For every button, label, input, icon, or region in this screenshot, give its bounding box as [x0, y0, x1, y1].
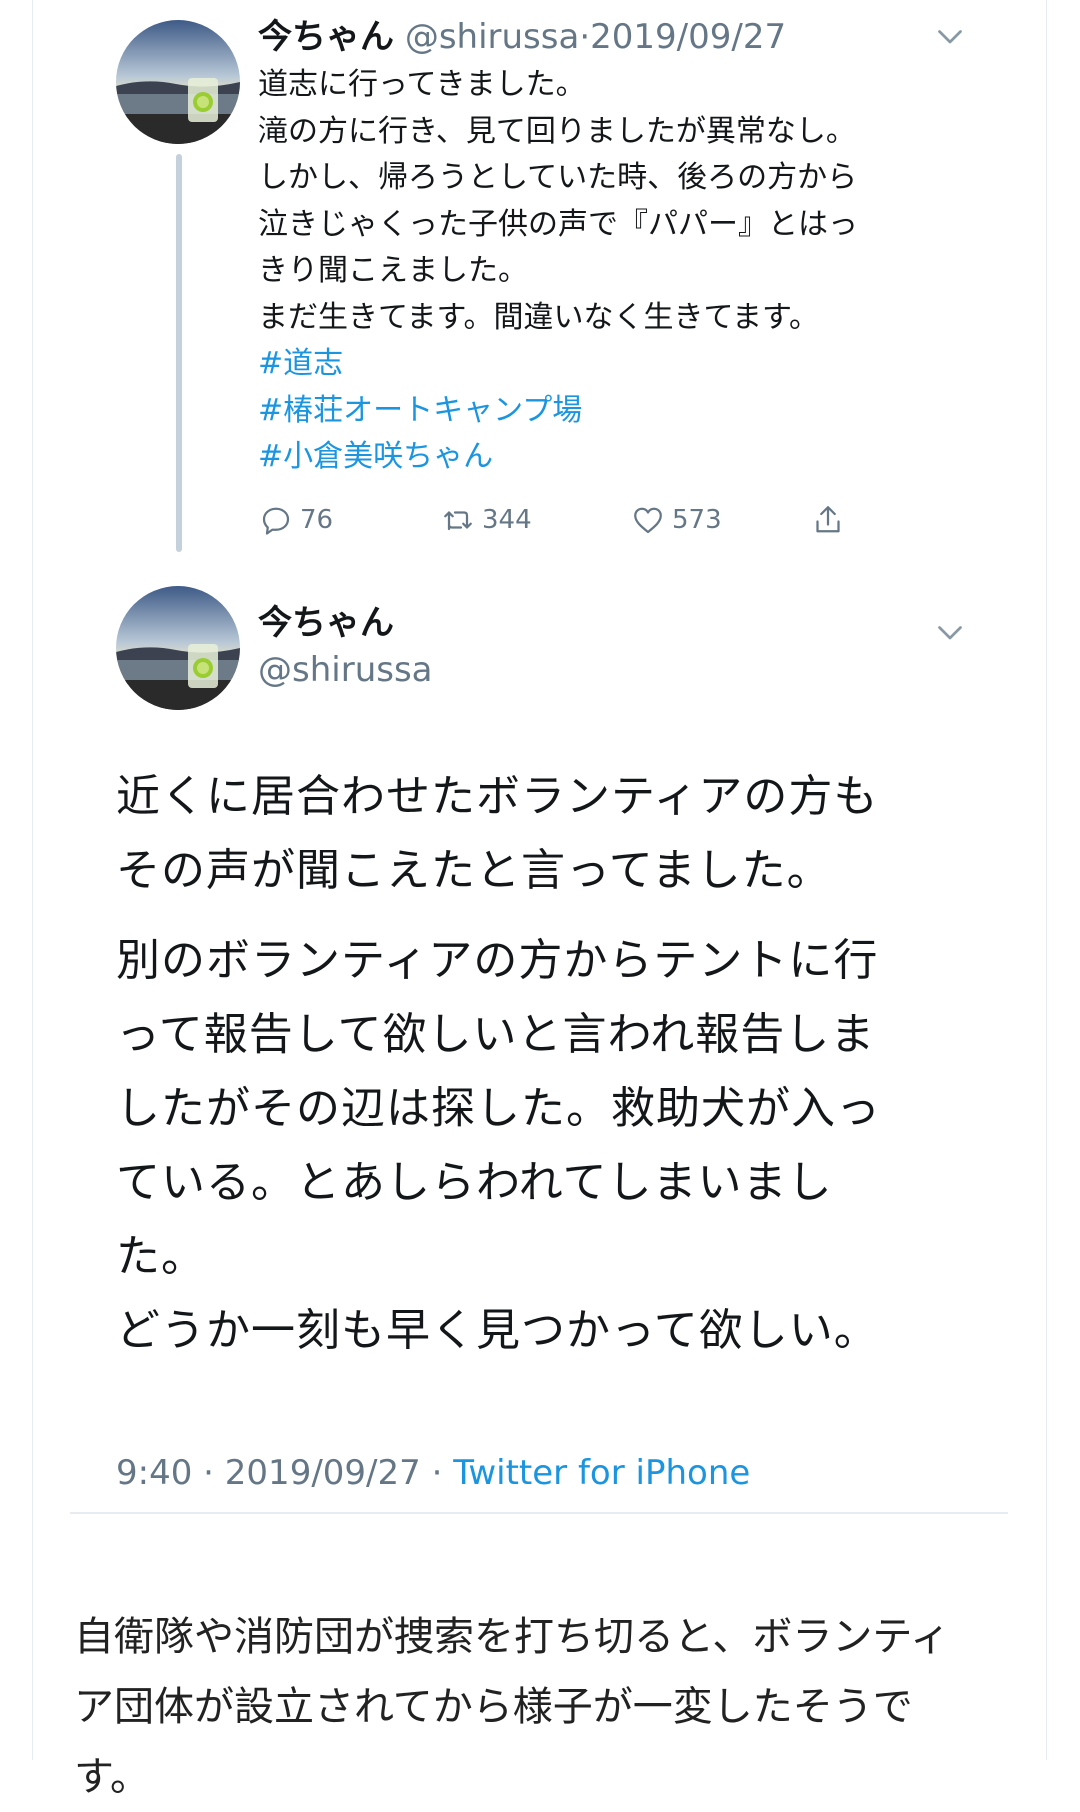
- like-icon: [634, 507, 662, 534]
- retweet-button[interactable]: 344: [440, 498, 532, 542]
- avatar-photo: [116, 20, 240, 144]
- retweet-icon: [444, 511, 472, 531]
- tweet1-display-name[interactable]: 今ちゃん: [258, 17, 394, 57]
- page-border-right: [1046, 0, 1047, 1760]
- tweet2-text: 近くに居合わせたボランティアの方も その声が聞こえたと言ってました。 別のボラン…: [116, 760, 976, 1384]
- tweet2-date[interactable]: 2019/09/27: [225, 1453, 421, 1493]
- tweet2-line: 近くに居合わせたボランティアの方も: [116, 771, 879, 822]
- article-line: 自衛隊や消防団が捜索を打ち切ると、ボランティ: [74, 1614, 950, 1660]
- reply-icon: [262, 507, 290, 535]
- tweet1-line: 泣きじゃくった子供の声で『パパー』とはっ: [258, 206, 858, 242]
- tweet2-line: したがその辺は探した。救助犬が入っ: [116, 1083, 881, 1134]
- tweet1-actions: 76 344 573: [258, 498, 898, 542]
- article-line: す。: [74, 1754, 150, 1800]
- tweet2-line: ている。とあしらわれてしまいまし: [116, 1157, 833, 1208]
- article-text: 自衛隊や消防団が捜索を打ち切ると、ボランティ ア団体が設立されてから様子が一変し…: [74, 1602, 1014, 1812]
- like-count: 573: [672, 505, 722, 535]
- thread-connector: [176, 154, 182, 552]
- reply-button[interactable]: 76: [258, 498, 333, 542]
- tweet2-line: その声が聞こえたと言ってました。: [116, 845, 832, 896]
- divider: [70, 1512, 1008, 1514]
- tweet2-time[interactable]: 9:40: [116, 1453, 192, 1493]
- tweet2-display-name[interactable]: 今ちゃん: [258, 598, 394, 648]
- hashtag-link[interactable]: #椿荘オートキャンプ場: [258, 388, 978, 435]
- tweet2-line: 別のボランティアの方からテントに行: [116, 935, 879, 986]
- tweet2-paragraph: 近くに居合わせたボランティアの方も その声が聞こえたと言ってました。: [116, 760, 976, 908]
- meta-separator: ·: [431, 1453, 443, 1493]
- avatar-photo: [116, 586, 240, 710]
- page-border-left: [32, 0, 33, 1760]
- tweet1-line: しかし、帰ろうとしていた時、後ろの方から: [258, 160, 858, 195]
- share-button[interactable]: [810, 498, 852, 542]
- tweet1-separator: ·: [579, 17, 591, 57]
- tweet1-date[interactable]: 2019/09/27: [590, 17, 786, 57]
- tweet1-line: きり聞こえました。: [258, 253, 528, 288]
- article-line: ア団体が設立されてから様子が一変したそうで: [74, 1684, 913, 1730]
- tweet1-line: 滝の方に行き、見て回りましたが異常なし。: [258, 113, 856, 149]
- chevron-down-icon[interactable]: [932, 18, 968, 54]
- tweet1-text: 道志に行ってきました。 滝の方に行き、見て回りましたが異常なし。 しかし、帰ろう…: [258, 62, 978, 481]
- tweet2-source-link[interactable]: Twitter for iPhone: [453, 1453, 750, 1493]
- tweet2-line: どうか一刻も早く見つかって欲しい。: [116, 1305, 879, 1356]
- avatar[interactable]: [116, 20, 240, 144]
- tweet2-meta: 9:40 · 2019/09/27 · Twitter for iPhone: [116, 1448, 750, 1498]
- tweet2-paragraph: 別のボランティアの方からテントに行 って報告して欲しいと言われ報告しま したがそ…: [116, 924, 976, 1368]
- like-button[interactable]: 573: [630, 498, 722, 542]
- share-icon: [816, 506, 840, 533]
- retweet-count: 344: [482, 505, 532, 535]
- tweet2-handle[interactable]: @shirussa: [258, 645, 433, 695]
- hashtag-link[interactable]: #道志: [258, 341, 978, 388]
- tweet2-line: た。: [116, 1231, 206, 1282]
- tweet1-handle[interactable]: @shirussa: [405, 17, 580, 57]
- tweet1-header: 今ちゃん @shirussa·2019/09/27: [258, 12, 786, 62]
- tweet2-line: って報告して欲しいと言われ報告しま: [116, 1009, 876, 1060]
- avatar[interactable]: [116, 586, 240, 710]
- chevron-down-icon[interactable]: [932, 614, 968, 650]
- hashtag-link[interactable]: #小倉美咲ちゃん: [258, 434, 978, 481]
- reply-count: 76: [300, 505, 334, 535]
- meta-separator: ·: [203, 1453, 214, 1493]
- tweet1-line: 道志に行ってきました。: [258, 67, 586, 102]
- tweet1-line: まだ生きてます。間違いなく生きてます。: [258, 299, 819, 335]
